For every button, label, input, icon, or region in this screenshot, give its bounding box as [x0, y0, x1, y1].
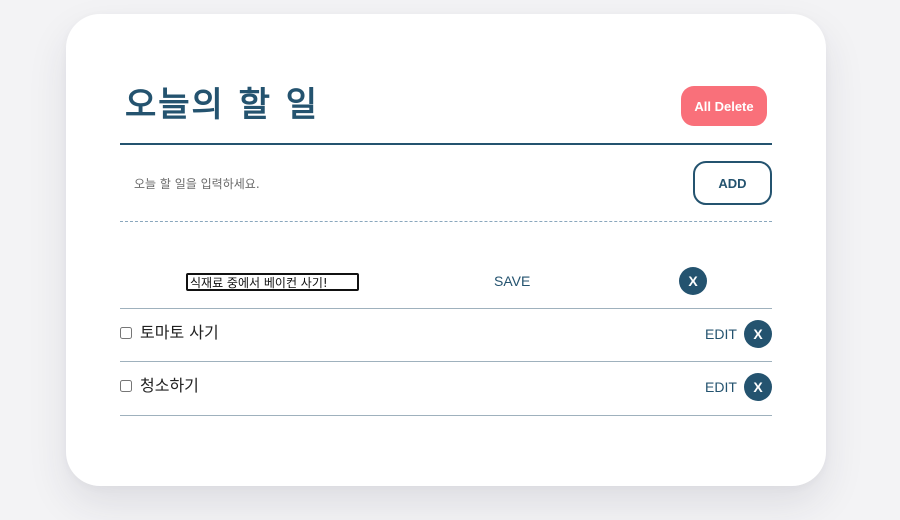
todo-checkbox[interactable]: [120, 327, 132, 339]
todo-row: 청소하기 EDIT X: [120, 362, 772, 416]
delete-todo-button[interactable]: X: [679, 267, 707, 295]
todo-row-editing: SAVE X: [120, 262, 772, 309]
todo-card: 오늘의 할 일 All Delete ADD SAVE X 토마토 사기 EDI…: [66, 14, 826, 486]
add-button[interactable]: ADD: [693, 161, 772, 205]
save-button[interactable]: SAVE: [494, 273, 530, 289]
input-divider: [120, 221, 772, 222]
delete-todo-button[interactable]: X: [744, 320, 772, 348]
edit-todo-input[interactable]: [186, 273, 359, 291]
header-divider: [120, 143, 772, 145]
edit-button[interactable]: EDIT: [705, 326, 737, 342]
todo-row: 토마토 사기 EDIT X: [120, 309, 772, 362]
delete-todo-button[interactable]: X: [744, 373, 772, 401]
page-title: 오늘의 할 일: [125, 85, 320, 125]
new-todo-input[interactable]: [120, 174, 634, 194]
edit-button[interactable]: EDIT: [705, 379, 737, 395]
todo-text: 토마토 사기: [140, 323, 219, 342]
todo-text: 청소하기: [140, 376, 199, 395]
todo-checkbox[interactable]: [120, 380, 132, 392]
delete-all-button[interactable]: All Delete: [681, 86, 767, 126]
